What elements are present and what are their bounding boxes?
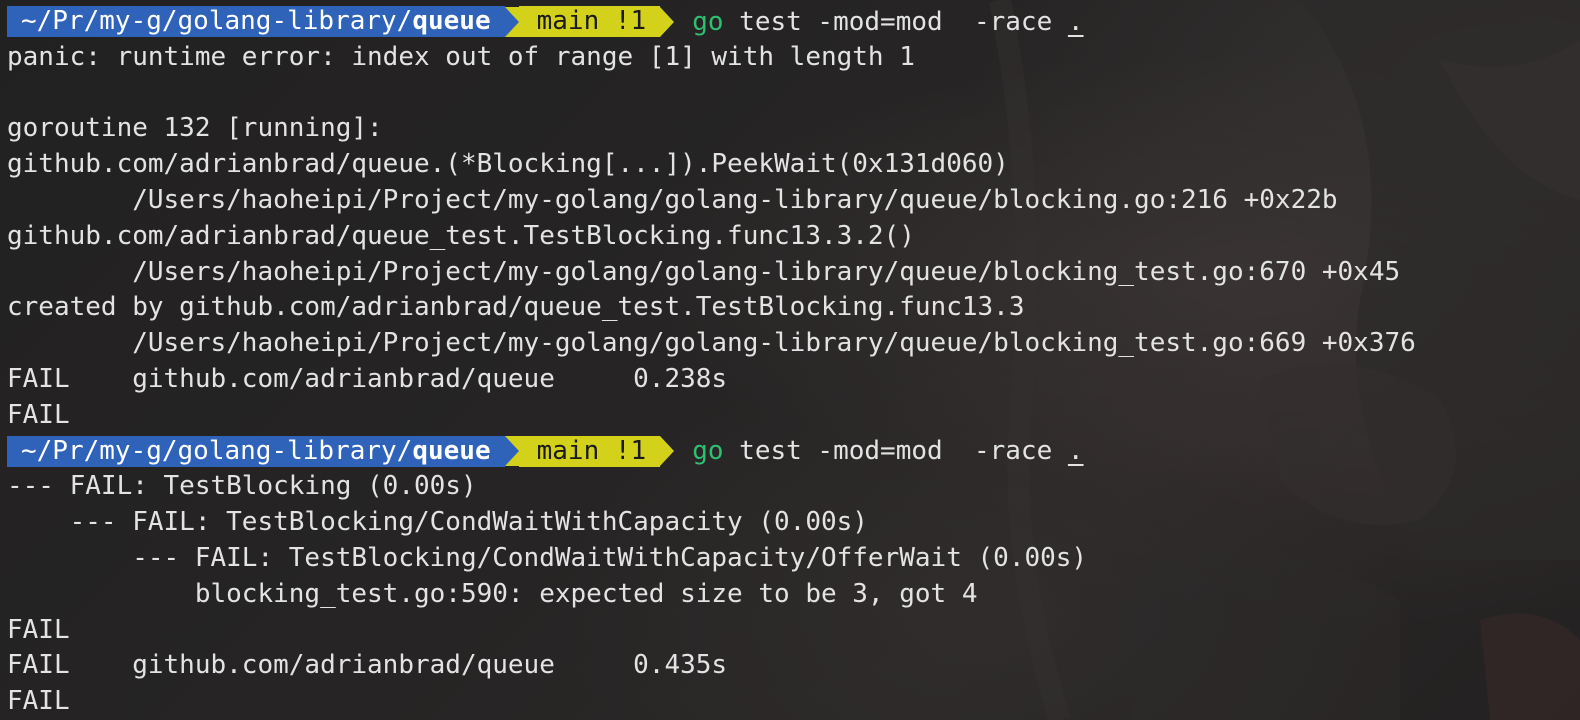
terminal-window[interactable]: ~/Pr/my-g/golang-library/queue main !1 g… <box>0 0 1580 720</box>
output-line: --- FAIL: TestBlocking (0.00s) <box>7 471 477 502</box>
output-line: github.com/adrianbrad/queue.(*Blocking[.… <box>7 149 1009 180</box>
command-name: go <box>692 6 724 37</box>
output-line: blocking_test.go:590: expected size to b… <box>7 578 978 609</box>
command-target: . <box>1067 6 1084 37</box>
command-target: . <box>1067 436 1084 467</box>
output-line: created by github.com/adrianbrad/queue_t… <box>7 292 1025 323</box>
prompt-directory-segment: ~/Pr/my-g/golang-library/queue <box>7 6 505 38</box>
powerline-separator-icon <box>660 6 675 37</box>
prompt-directory-segment: ~/Pr/my-g/golang-library/queue <box>7 435 505 467</box>
terminal-output: ~/Pr/my-g/golang-library/queue main !1 g… <box>7 4 1580 720</box>
output-line: FAIL <box>7 686 70 717</box>
powerline-separator-icon <box>504 436 519 467</box>
prompt-git-segment: main !1 <box>518 435 661 467</box>
output-line: /Users/haoheipi/Project/my-golang/golang… <box>7 184 1338 215</box>
output-line: /Users/haoheipi/Project/my-golang/golang… <box>7 328 1416 359</box>
prompt-directory-current: queue <box>412 6 491 37</box>
prompt-directory-prefix: ~/Pr/my-g/golang-library/ <box>21 6 413 37</box>
output-line: FAIL github.com/adrianbrad/queue 0.238s <box>7 363 728 394</box>
prompt-command: go test -mod=mod -race . <box>692 436 1083 466</box>
prompt-git-segment: main !1 <box>518 6 661 38</box>
output-line: FAIL <box>7 399 70 430</box>
shell-prompt: ~/Pr/my-g/golang-library/queue main !1 g… <box>7 434 1580 470</box>
output-line: --- FAIL: TestBlocking/CondWaitWithCapac… <box>7 542 1088 573</box>
command-args: test -mod=mod -race <box>723 6 1068 37</box>
prompt-command: go test -mod=mod -race . <box>692 7 1083 37</box>
output-line: /Users/haoheipi/Project/my-golang/golang… <box>7 256 1401 287</box>
command-name: go <box>692 436 724 467</box>
prompt-directory-prefix: ~/Pr/my-g/golang-library/ <box>21 435 413 466</box>
powerline-separator-icon <box>504 6 519 37</box>
output-line: goroutine 132 [running]: <box>7 113 383 144</box>
output-line: panic: runtime error: index out of range… <box>7 41 915 72</box>
shell-prompt: ~/Pr/my-g/golang-library/queue main !1 g… <box>7 4 1580 40</box>
output-line: github.com/adrianbrad/queue_test.TestBlo… <box>7 220 915 251</box>
output-line: --- FAIL: TestBlocking/CondWaitWithCapac… <box>7 507 868 538</box>
prompt-directory-current: queue <box>412 435 491 466</box>
output-line: FAIL github.com/adrianbrad/queue 0.435s <box>7 650 728 681</box>
output-line: FAIL <box>7 614 70 645</box>
powerline-separator-icon <box>660 436 675 467</box>
command-args: test -mod=mod -race <box>723 436 1068 467</box>
